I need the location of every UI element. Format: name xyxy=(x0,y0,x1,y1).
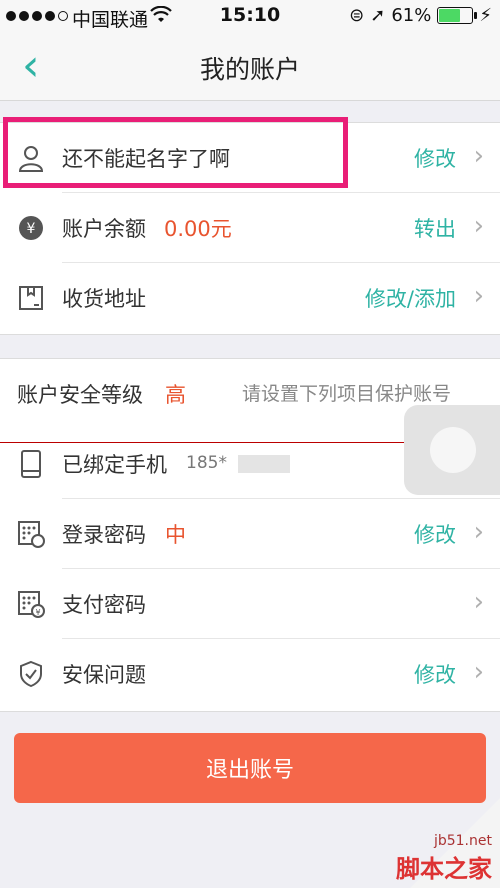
watermark-url: jb51.net xyxy=(433,833,492,849)
pay-password-label: 支付密码 xyxy=(62,593,146,617)
profile-row[interactable]: 还不能起名字了啊 修改 › xyxy=(0,123,500,193)
security-level-label: 账户安全等级 xyxy=(17,383,143,407)
chevron-right-icon: › xyxy=(473,281,484,311)
keypad-yuan-icon: ¥ xyxy=(17,590,45,618)
logout-button[interactable]: 退出账号 xyxy=(14,733,486,803)
assistive-touch-button[interactable] xyxy=(404,405,500,495)
address-label: 收货地址 xyxy=(62,287,146,311)
package-box-icon xyxy=(17,284,45,312)
shield-check-icon xyxy=(17,660,45,688)
chevron-right-icon: › xyxy=(473,211,484,241)
status-bar: 中国联通 15:10 ⊜ ➚ 61% ⚡ xyxy=(0,0,500,34)
chevron-right-icon: › xyxy=(473,517,484,547)
blurred-phone-digits xyxy=(238,455,290,473)
pay-password-row[interactable]: ¥ 支付密码 › xyxy=(0,569,500,639)
balance-row[interactable]: ¥ 账户余额 0.00元 转出 › xyxy=(0,193,500,263)
svg-text:¥: ¥ xyxy=(27,221,36,237)
watermark-brand: 脚本之家 xyxy=(396,855,492,883)
location-arrow-icon: ➚ xyxy=(370,5,386,26)
keypad-lock-icon xyxy=(17,520,45,548)
chevron-right-icon: › xyxy=(473,141,484,171)
svg-text:¥: ¥ xyxy=(35,608,40,617)
yuan-coin-icon: ¥ xyxy=(17,214,45,242)
battery-icon xyxy=(437,7,478,24)
nav-bar: ‹ 我的账户 xyxy=(0,34,500,101)
address-row[interactable]: 收货地址 修改/添加 › xyxy=(0,263,500,333)
login-password-label: 登录密码 xyxy=(62,523,146,547)
mobile-phone-icon xyxy=(17,450,45,478)
security-hint: 请设置下列项目保护账号 xyxy=(242,383,452,405)
user-icon xyxy=(17,144,45,172)
login-password-row[interactable]: 登录密码 中 修改 › xyxy=(0,499,500,569)
charging-bolt-icon: ⚡ xyxy=(479,5,492,26)
balance-label: 账户余额 xyxy=(62,217,146,241)
rotation-lock-icon: ⊜ xyxy=(349,5,365,26)
transfer-out-link[interactable]: 转出 xyxy=(414,213,456,243)
edit-security-question-link[interactable]: 修改 xyxy=(414,659,456,689)
edit-login-password-link[interactable]: 修改 xyxy=(414,519,456,549)
phone-label: 已绑定手机 xyxy=(62,453,167,477)
battery-percent: 61% xyxy=(391,5,432,26)
security-question-row[interactable]: 安保问题 修改 › xyxy=(0,639,500,709)
account-info-section: 还不能起名字了啊 修改 › ¥ 账户余额 0.00元 转出 › 收货地址 修改/… xyxy=(0,122,500,335)
page-title: 我的账户 xyxy=(199,55,300,84)
security-question-label: 安保问题 xyxy=(62,663,146,687)
profile-name: 还不能起名字了啊 xyxy=(62,147,230,171)
edit-profile-link[interactable]: 修改 xyxy=(414,143,456,173)
edit-address-link[interactable]: 修改/添加 xyxy=(365,283,456,313)
watermark: jb51.net 脚本之家 xyxy=(396,833,492,884)
chevron-right-icon: › xyxy=(473,657,484,687)
balance-amount: 0.00元 xyxy=(164,217,232,241)
chevron-right-icon: › xyxy=(473,587,484,617)
security-level-value: 高 xyxy=(165,383,186,407)
login-password-strength: 中 xyxy=(165,523,186,547)
phone-number: 185* xyxy=(186,453,227,473)
